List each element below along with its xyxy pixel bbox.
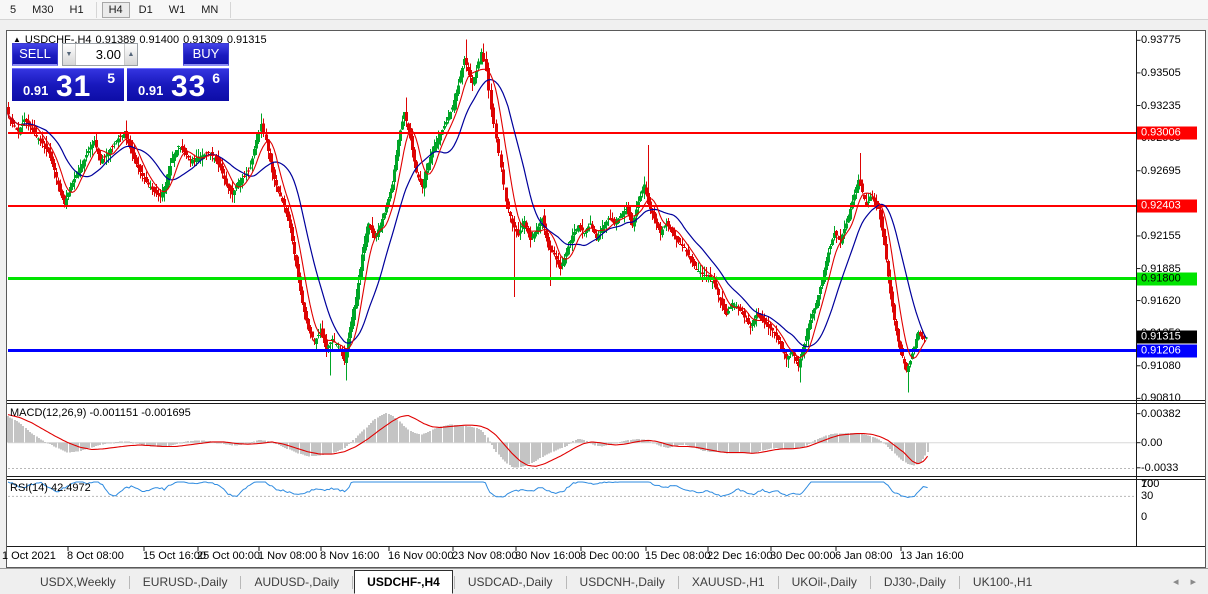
macd-axis-tick: -0.0033 [1141, 462, 1179, 474]
time-axis-label: 16 Nov 00:00 [388, 550, 454, 562]
chart-tab-usdcnh-daily[interactable]: USDCNH-,Daily [568, 572, 677, 594]
scroll-right-icon[interactable]: ▸ [1190, 575, 1196, 588]
time-axis-label: 6 Jan 08:00 [835, 550, 893, 562]
timeframe-button-d1[interactable]: D1 [132, 2, 160, 18]
time-axis-label: 15 Dec 08:00 [645, 550, 711, 562]
tab-separator [958, 576, 960, 589]
time-axis-label: 8 Dec 00:00 [580, 550, 640, 562]
one-click-trading-panel: SELL ▼ ▲ BUY 0.91 31 5 0.91 33 6 [12, 43, 229, 104]
tab-separator [453, 576, 455, 589]
tab-separator [677, 576, 679, 589]
buy-button[interactable]: BUY [183, 43, 229, 66]
buy-price-base: 0.91 [138, 83, 164, 98]
tab-scroll-arrows: ◂ ▸ [1173, 575, 1196, 588]
timeframe-button-mn[interactable]: MN [194, 2, 225, 18]
rsi-axis-tick: 30 [1141, 490, 1154, 503]
chart-tab-dj30-daily[interactable]: DJ30-,Daily [872, 572, 958, 594]
time-axis-label: 22 Dec 16:00 [707, 550, 773, 562]
macd-indicator-label: MACD(12,26,9) -0.001151 -0.001695 [10, 407, 191, 419]
toolbar-gap [0, 20, 1208, 30]
level-price-label: 0.91206 [1137, 344, 1197, 358]
chart-plot-canvas[interactable] [7, 31, 1205, 567]
level-price-label: 0.93006 [1137, 126, 1197, 140]
toolbar-separator [230, 1, 232, 18]
time-axis-label: 30 Dec 00:00 [770, 550, 836, 562]
sell-price-display[interactable]: 0.91 31 5 [12, 68, 124, 101]
current-price-label: 0.91315 [1137, 330, 1197, 344]
time-axis-label: 1 Oct 2021 [2, 550, 56, 562]
price-axis-tick: 0.93505 [1141, 66, 1181, 79]
chart-tab-usdx-weekly[interactable]: USDX,Weekly [28, 572, 128, 594]
chart-tab-ukoil-daily[interactable]: UKOil-,Daily [780, 572, 869, 594]
tab-separator [777, 576, 779, 589]
buy-price-display[interactable]: 0.91 33 6 [127, 68, 229, 101]
chart-tab-usdchf-h4[interactable]: USDCHF-,H4 [354, 570, 453, 594]
sell-price-sup: 5 [107, 70, 115, 86]
chart-window[interactable]: ▲ USDCHF-,H4 0.91389 0.91400 0.91309 0.91315 … [6, 30, 1206, 568]
chart-tab-usdcad-daily[interactable]: USDCAD-,Daily [456, 572, 565, 594]
mt4-terminal: 5 M30 H1 H4 D1 W1 MN ▲ USDCHF-,H4 0.91389 0.91400… [0, 0, 1208, 594]
tab-separator [128, 576, 130, 589]
price-axis-tick: 0.93775 [1141, 34, 1181, 47]
ohlc-close: 0.91315 [226, 34, 267, 46]
timeframe-button-h1[interactable]: H1 [63, 2, 91, 18]
time-axis-label: 13 Jan 16:00 [900, 550, 964, 562]
rsi-axis-tick: 70 [1141, 478, 1154, 490]
chart-tab-uk100-h1[interactable]: UK100-,H1 [961, 572, 1044, 594]
chart-tabbar: USDX,Weekly EURUSD-,Daily AUDUSD-,Daily USD… [0, 568, 1208, 594]
volume-increase-icon[interactable]: ▲ [124, 44, 137, 65]
time-axis-label: 8 Oct 08:00 [67, 550, 124, 562]
macd-axis-tick: 0.00382 [1141, 408, 1181, 420]
price-axis-tick: 0.93235 [1141, 99, 1181, 112]
price-axis-tick: 0.91080 [1141, 359, 1181, 372]
volume-input[interactable] [76, 44, 124, 65]
tab-separator [352, 576, 354, 589]
rsi-axis-tick: 0 [1141, 511, 1148, 524]
timeframe-button-5[interactable]: 5 [3, 2, 23, 18]
price-axis-tick: 0.90810 [1141, 392, 1181, 405]
scroll-left-icon[interactable]: ◂ [1173, 575, 1179, 588]
chart-tab-audusd-daily[interactable]: AUDUSD-,Daily [242, 572, 351, 594]
timeframe-button-m30[interactable]: M30 [25, 2, 60, 18]
time-axis-label: 1 Nov 08:00 [258, 550, 318, 562]
timeframe-toolbar: 5 M30 H1 H4 D1 W1 MN [0, 0, 1208, 20]
time-axis-label: 30 Nov 16:00 [515, 550, 581, 562]
sell-price-big: 31 [56, 70, 92, 101]
price-axis-tick: 0.92695 [1141, 164, 1181, 177]
sell-price-base: 0.91 [23, 83, 49, 98]
chart-tab-eurusd-daily[interactable]: EURUSD-,Daily [131, 572, 240, 594]
tab-separator [240, 576, 242, 589]
chart-tab-xauusd-h1[interactable]: XAUUSD-,H1 [680, 572, 777, 594]
level-price-label: 0.91800 [1137, 272, 1197, 286]
price-axis-tick: 0.91620 [1141, 294, 1181, 307]
volume-spinner: ▼ ▲ [62, 43, 138, 66]
timeframe-button-h4[interactable]: H4 [101, 1, 130, 18]
price-axis-tick: 0.92155 [1141, 229, 1181, 242]
timeframe-button-w1[interactable]: W1 [162, 2, 193, 18]
macd-axis-tick: 0.00 [1141, 437, 1163, 449]
tab-separator [869, 576, 871, 589]
buy-price-sup: 6 [212, 70, 220, 86]
toolbar-separator [95, 1, 97, 18]
time-axis-label: 23 Nov 08:00 [452, 550, 518, 562]
tab-separator [565, 576, 567, 589]
time-axis-label: 25 Oct 00:00 [197, 550, 260, 562]
buy-price-big: 33 [171, 70, 207, 101]
time-axis-label: 8 Nov 16:00 [320, 550, 380, 562]
volume-decrease-icon[interactable]: ▼ [63, 44, 76, 65]
level-price-label: 0.92403 [1137, 199, 1197, 213]
sell-button[interactable]: SELL [12, 43, 58, 66]
rsi-indicator-label: RSI(14) 42.4972 [10, 482, 91, 494]
